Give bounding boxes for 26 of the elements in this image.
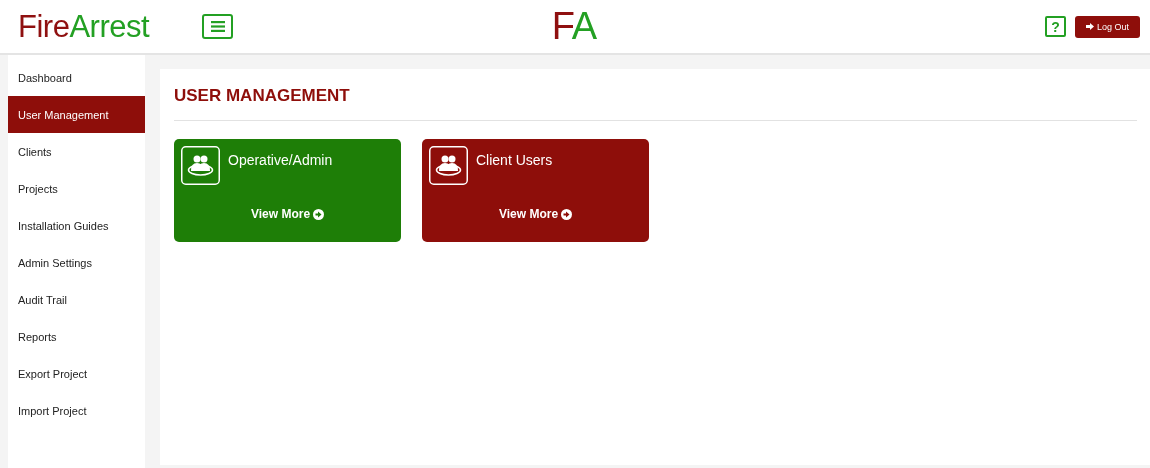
view-more-link[interactable]: View More xyxy=(498,207,573,221)
page-title: USER MANAGEMENT xyxy=(174,85,351,106)
sidebar-item[interactable]: Installation Guides xyxy=(8,207,145,244)
card-title: Operative/Admin xyxy=(228,151,333,170)
sidebar-item[interactable]: User Management xyxy=(8,96,145,133)
users-icon xyxy=(181,146,220,185)
users-icon xyxy=(429,146,468,185)
sidebar-item[interactable]: Admin Settings xyxy=(8,244,145,281)
arrow-circle-icon xyxy=(313,208,325,220)
menu-icon xyxy=(210,21,225,32)
sidebar-item[interactable]: Projects xyxy=(8,170,145,207)
sidebar-item[interactable]: Clients xyxy=(8,133,145,170)
sidebar-item[interactable]: Reports xyxy=(8,318,145,355)
center-logo: FA xyxy=(551,5,597,48)
logout-button[interactable]: Log Out xyxy=(1074,15,1140,38)
help-button[interactable]: ? xyxy=(1044,16,1066,37)
sidebar-item[interactable]: Import Project xyxy=(8,392,145,429)
sign-out-icon xyxy=(1085,23,1094,30)
sidebar-item[interactable]: Audit Trail xyxy=(8,281,145,318)
arrow-circle-icon xyxy=(561,208,573,220)
sidebar-item[interactable]: Export Project xyxy=(8,355,145,392)
logo[interactable]: FireArrest xyxy=(18,8,202,45)
view-more-link[interactable]: View More xyxy=(250,207,325,221)
card-title: Client Users xyxy=(476,151,553,170)
sidebar-item[interactable]: Dashboard xyxy=(8,59,145,96)
menu-button[interactable] xyxy=(202,14,233,39)
